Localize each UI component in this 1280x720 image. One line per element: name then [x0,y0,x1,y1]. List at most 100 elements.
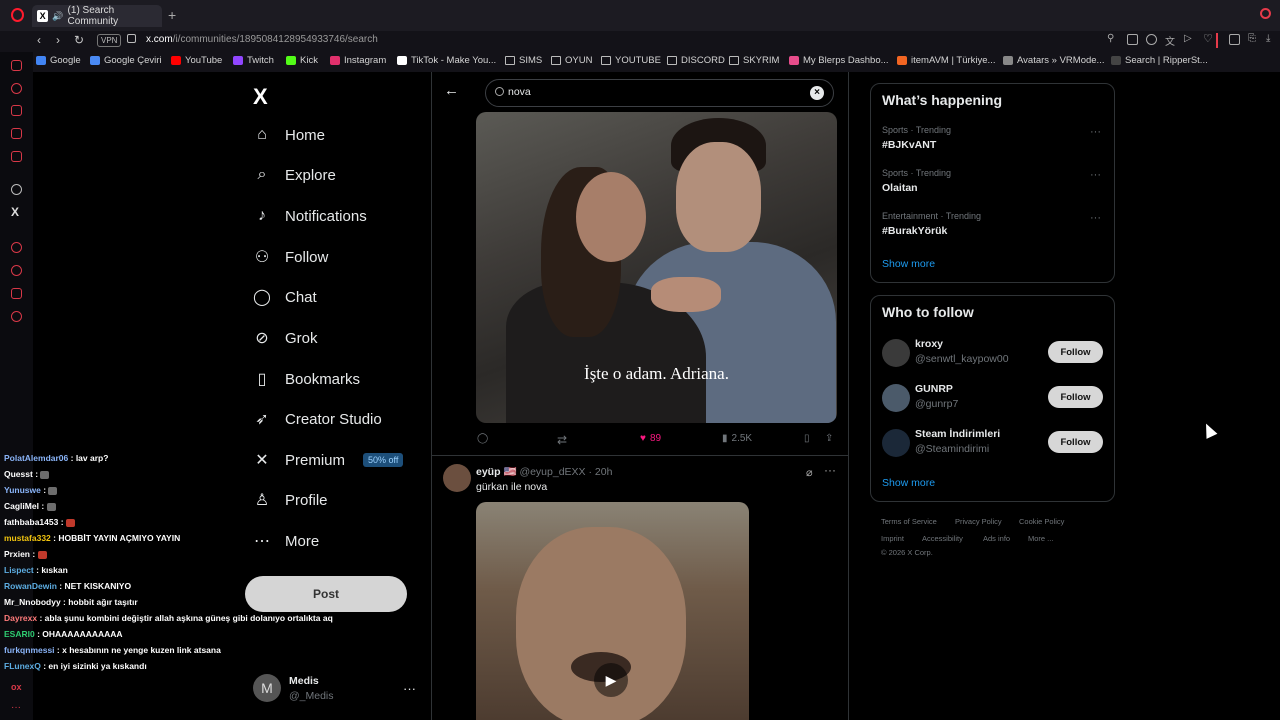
search-input[interactable] [508,86,798,98]
sidebar-extensions-icon[interactable] [11,288,22,299]
account-handle[interactable]: @_Medis [289,690,334,702]
follow-suggestion-name[interactable]: Steam İndirimleri [915,428,1000,440]
download-icon[interactable]: ⤓ [1266,33,1277,44]
nav-item-grok[interactable]: ⊘ Grok [253,325,317,351]
wallet-icon[interactable]: ⎘ [1248,33,1259,44]
nav-item-explore[interactable]: ⌕ Explore [253,162,336,188]
post-button[interactable]: Post [245,576,407,612]
follow-suggestion-handle[interactable]: @gunrp7 [915,398,958,410]
sidebar-twitch-icon[interactable] [11,128,22,139]
chat-username[interactable]: Yunuswe [4,485,41,495]
chat-username[interactable]: FLunexQ [4,661,41,671]
follow-suggestion-handle[interactable]: @senwtl_kaypow00 [915,353,1009,365]
bookmark-item[interactable]: Google [36,55,81,66]
tweet-more-icon[interactable]: ··· [824,463,836,477]
translate-icon[interactable]: 文 [1165,33,1176,48]
nav-item-premium[interactable]: ✕ Premium 50% off [253,447,404,473]
like-button[interactable]: ♥ 89 [640,433,661,444]
snapshot-icon[interactable] [1127,34,1138,45]
pin-icon[interactable]: ⚲ [1107,33,1118,44]
nav-item-profile[interactable]: ♙ Profile [253,487,328,513]
sidebar-x-icon[interactable]: X [11,205,19,219]
sidebar-chatgpt-icon[interactable] [11,184,22,195]
extensions-icon[interactable] [1229,34,1240,45]
tweet-author[interactable]: eyüp 🇺🇸 @eyup_dEXX · 20h [476,465,612,478]
account-more-icon[interactable]: ··· [403,681,416,696]
views-button[interactable]: ▮ 2.5K [722,433,752,444]
back-arrow-icon[interactable]: ← [444,82,459,99]
opera-logo-icon[interactable] [11,8,24,22]
sidebar-messenger-icon[interactable] [11,151,22,162]
chat-username[interactable]: Mr_Nnobodyy [4,597,61,607]
show-more-link[interactable]: Show more [882,477,935,489]
bookmark-item[interactable]: YOUTUBE [601,55,661,66]
trend-category[interactable]: Entertainment · Trending [882,211,981,221]
sidebar-settings-icon[interactable] [11,311,22,322]
reply-icon[interactable]: ◯ [477,433,488,444]
x-logo-icon[interactable]: X [253,84,268,110]
vpn-badge[interactable]: VPN [97,34,122,47]
bookmark-item[interactable]: Search | RipperSt... [1111,55,1208,66]
chat-username[interactable]: Dayrexx [4,613,37,623]
trend-more-icon[interactable]: ··· [1090,126,1101,138]
avatar[interactable] [882,339,910,367]
chat-username[interactable]: Quesst [4,469,33,479]
trend-category[interactable]: Sports · Trending [882,168,951,178]
bookmark-item[interactable]: itemAVM | Türkiye... [897,55,995,66]
reload-icon[interactable]: ↻ [74,33,84,47]
follow-suggestion-name[interactable]: kroxy [915,338,943,350]
chat-username[interactable]: CagliMel [4,501,39,511]
follow-button[interactable]: Follow [1048,386,1103,408]
lock-icon[interactable] [127,34,136,43]
play-icon[interactable]: ▷ [1184,33,1195,44]
avatar[interactable] [443,464,471,492]
bookmark-item[interactable]: Twitch [233,55,274,66]
trend-name[interactable]: #BJKvANT [882,139,936,151]
follow-button[interactable]: Follow [1048,431,1103,453]
bookmark-item[interactable]: DISCORD [667,55,725,66]
follow-suggestion-handle[interactable]: @Steamindirimi [915,443,989,455]
grok-icon[interactable]: ⌀ [806,466,813,479]
clear-search-icon[interactable]: × [810,86,824,100]
trend-category[interactable]: Sports · Trending [882,125,951,135]
play-icon[interactable]: ▶ [594,663,628,697]
nav-item-creator-studio[interactable]: ➶ Creator Studio [253,406,381,432]
bookmark-item[interactable]: Instagram [330,55,386,66]
footer-link[interactable]: Accessibility [922,534,963,543]
trend-name[interactable]: Olaitan [882,182,918,194]
sidebar-ox-icon[interactable]: ox [11,682,22,692]
speaker-icon[interactable]: 🔊 [52,11,63,22]
url-field[interactable]: x.com/i/communities/1895084128954933746/… [146,34,378,45]
avatar[interactable] [882,384,910,412]
browser-tab[interactable]: X 🔊 (1) Search Community [32,5,162,27]
bookmark-item[interactable]: SKYRIM [729,55,779,66]
sidebar-bag-icon[interactable] [11,105,22,116]
trend-more-icon[interactable]: ··· [1090,212,1101,224]
bookmark-item[interactable]: Kick [286,55,318,66]
back-icon[interactable]: ‹ [37,33,41,47]
nav-item-more[interactable]: ⋯ More [253,528,319,554]
bookmark-item[interactable]: OYUN [551,55,592,66]
sidebar-home-icon[interactable] [11,60,22,71]
bookmark-item[interactable]: TikTok - Make You... [397,55,496,66]
new-tab-button[interactable]: + [168,7,176,23]
tab-search-icon[interactable] [1260,8,1271,19]
sidebar-history-icon[interactable] [11,265,22,276]
repost-icon[interactable]: ⇄ [557,433,567,447]
chat-username[interactable]: Prxien [4,549,30,559]
bookmark-item[interactable]: YouTube [171,55,222,66]
shield-icon[interactable] [1146,34,1157,45]
footer-link[interactable]: Imprint [881,534,904,543]
bookmark-item[interactable]: My Blerps Dashbo... [789,55,889,66]
footer-link[interactable]: Terms of Service [881,517,937,526]
bookmark-icon[interactable]: ▯ [804,433,810,444]
footer-link[interactable]: Privacy Policy [955,517,1002,526]
chat-username[interactable]: Lispect [4,565,34,575]
footer-link[interactable]: More ... [1028,534,1053,543]
tweet-video[interactable]: İşte o adam. Adriana. [476,112,837,423]
trend-more-icon[interactable]: ··· [1090,169,1101,181]
sidebar-aria-icon[interactable] [11,83,22,94]
heart-icon[interactable]: ♡ [1203,32,1214,45]
footer-link[interactable]: Cookie Policy [1019,517,1064,526]
bookmark-item[interactable]: Google Çeviri [90,55,162,66]
